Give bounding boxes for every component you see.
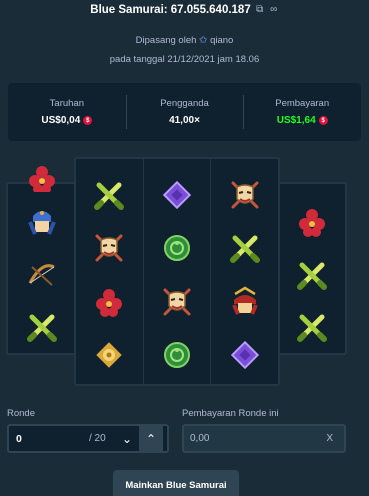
posted-user[interactable]: qiano — [210, 35, 233, 46]
posted-prefix: Dipasang oleh — [135, 35, 197, 46]
rounds-label: Ronde — [7, 408, 35, 419]
rounds-increment-button[interactable]: ⌃ — [139, 426, 163, 451]
crossed-swords-symbol — [8, 299, 76, 355]
vip-star-icon: ✩ — [199, 35, 208, 46]
round-payout-field: 0,00 X — [182, 424, 346, 453]
reel-2 — [142, 159, 211, 384]
reel-extension-right — [278, 182, 347, 355]
reel-extension-left — [6, 166, 76, 355]
rounds-input[interactable]: 0 — [9, 433, 89, 445]
crossed-swords-symbol — [278, 299, 345, 355]
stat-payout-label: Pembayaran — [275, 98, 330, 109]
round-payout-label: Pembayaran Ronde ini — [182, 408, 279, 419]
copy-icon[interactable]: ⧉ — [255, 5, 265, 15]
flower-symbol — [278, 194, 345, 250]
stat-bet-label: Taruhan — [49, 98, 84, 109]
stat-multiplier-label: Pengganda — [160, 98, 209, 109]
green-tomoe-symbol — [144, 327, 211, 383]
stat-payout-value: US$1,64 — [276, 115, 316, 126]
rounds-stepper[interactable]: 0 / 20 ⌄ ⌃ — [7, 424, 169, 453]
stat-payout-value-row: US$1,64 $ — [277, 115, 328, 126]
purple-diamond-symbol — [211, 327, 278, 383]
flower-symbol — [76, 274, 143, 330]
link-icon[interactable]: ∞ — [269, 5, 279, 15]
header: Blue Samurai: 67.055.640.187 ⧉ ∞ — [0, 0, 369, 20]
chevron-down-icon: ⌄ — [121, 431, 133, 446]
main-reels — [74, 157, 280, 386]
stat-bet-value: US$0,04 — [41, 115, 81, 126]
rounds-total: / 20 — [89, 433, 106, 444]
crossed-swords-symbol — [76, 167, 143, 223]
reel-1 — [76, 159, 143, 384]
crossed-swords-symbol — [278, 247, 345, 303]
crossed-bows-symbol — [8, 247, 76, 303]
blue-samurai-symbol — [8, 194, 76, 250]
shogun-helmet-symbol — [211, 274, 278, 330]
crossed-swords-symbol — [211, 220, 278, 276]
round-payout-clear-icon: X — [326, 433, 333, 444]
stats-panel: Taruhan US$0,04 $ Pengganda 41,00× Pemba… — [8, 83, 361, 141]
samurai-mask-symbol — [211, 167, 278, 223]
samurai-mask-symbol — [76, 220, 143, 276]
round-payout-value: 0,00 — [190, 433, 210, 444]
gold-emblem-symbol — [76, 327, 143, 383]
stat-bet-value-row: US$0,04 $ — [41, 115, 93, 126]
chevron-up-icon: ⌃ — [145, 431, 157, 446]
samurai-mask-symbol — [144, 274, 211, 330]
rounds-decrement-button[interactable]: ⌄ — [115, 426, 139, 451]
stat-payout: Pembayaran US$1,64 $ — [243, 83, 361, 141]
reel-3 — [210, 159, 278, 384]
stat-multiplier: Pengganda 41,00× — [125, 83, 244, 141]
stat-multiplier-value: 41,00× — [169, 115, 200, 126]
page-title: Blue Samurai: 67.055.640.187 — [90, 4, 251, 16]
green-tomoe-symbol — [144, 220, 211, 276]
posted-by: Dipasang oleh ✩ qiano — [0, 35, 369, 46]
stat-bet: Taruhan US$0,04 $ — [8, 83, 126, 141]
posted-date: pada tanggal 21/12/2021 jam 18.06 — [109, 54, 260, 65]
play-game-button[interactable]: Mainkan Blue Samurai — [113, 470, 239, 496]
currency-coin-icon: $ — [318, 116, 328, 125]
currency-coin-icon: $ — [83, 116, 93, 125]
purple-diamond-symbol — [144, 167, 211, 223]
flower-symbol — [8, 166, 76, 192]
slot-reels — [0, 157, 369, 387]
